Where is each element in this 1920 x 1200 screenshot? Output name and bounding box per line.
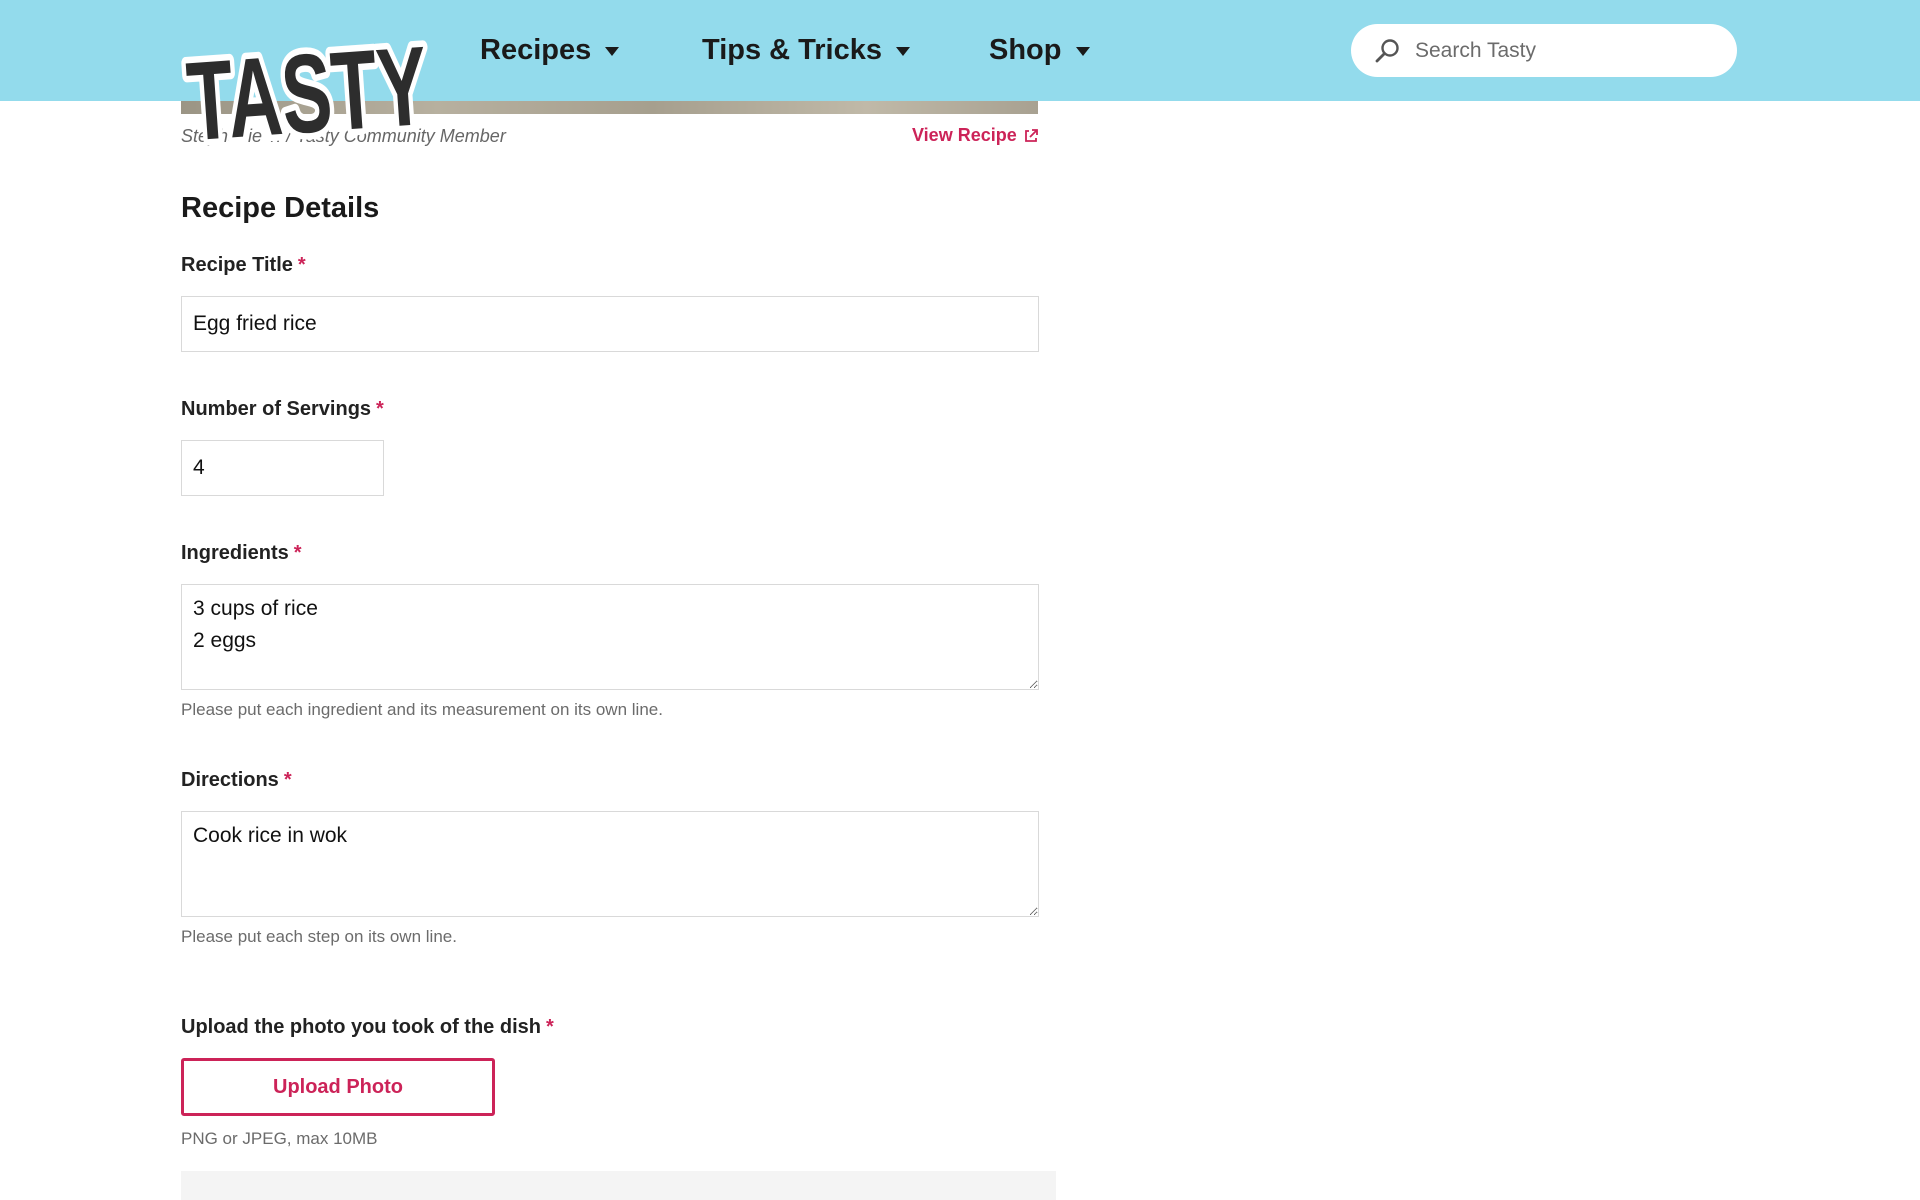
- nav-shop[interactable]: Shop: [989, 30, 1090, 70]
- photo-upload-label: Upload the photo you took of the dish *: [181, 1016, 554, 1038]
- servings-input[interactable]: [181, 440, 384, 496]
- ingredients-label: Ingredients *: [181, 542, 302, 564]
- view-recipe-label: View Recipe: [912, 125, 1017, 145]
- view-recipe-link[interactable]: View Recipe: [912, 125, 1039, 146]
- required-mark: *: [293, 542, 302, 564]
- directions-help: Please put each step on its own line.: [181, 927, 457, 946]
- caret-down-icon: [1075, 47, 1090, 56]
- recipe-title-label: Recipe Title *: [181, 254, 306, 276]
- search-box[interactable]: [1351, 24, 1737, 77]
- nav-recipes[interactable]: Recipes: [480, 30, 620, 70]
- nav-recipes-label: Recipes: [480, 33, 592, 66]
- required-mark: *: [297, 254, 306, 276]
- directions-label: Directions *: [181, 769, 292, 791]
- bottom-panel: [181, 1171, 1056, 1200]
- search-input[interactable]: [1413, 32, 1717, 70]
- external-link-icon: [1024, 128, 1038, 142]
- section-title: Recipe Details: [181, 192, 380, 224]
- nav-shop-label: Shop: [989, 33, 1062, 66]
- search-icon: [1375, 39, 1399, 63]
- servings-label: Number of Servings *: [181, 398, 384, 420]
- nav-tips-tricks[interactable]: Tips & Tricks: [702, 30, 910, 70]
- nav-tips-label: Tips & Tricks: [702, 33, 882, 66]
- photo-upload-help: PNG or JPEG, max 10MB: [181, 1129, 378, 1148]
- recipe-title-input[interactable]: [181, 296, 1039, 352]
- required-mark: *: [283, 769, 292, 791]
- tasty-logo[interactable]: TASTY: [177, 16, 438, 170]
- ingredients-textarea[interactable]: [181, 584, 1039, 690]
- caret-down-icon: [896, 47, 910, 56]
- directions-textarea[interactable]: [181, 811, 1039, 917]
- ingredients-help: Please put each ingredient and its measu…: [181, 700, 663, 719]
- required-mark: *: [545, 1016, 554, 1038]
- caret-down-icon: [605, 47, 620, 56]
- svg-text:TASTY: TASTY: [183, 23, 431, 164]
- required-mark: *: [376, 398, 384, 420]
- upload-photo-button[interactable]: Upload Photo: [181, 1058, 495, 1116]
- tasty-logo-mark: TASTY: [177, 16, 438, 170]
